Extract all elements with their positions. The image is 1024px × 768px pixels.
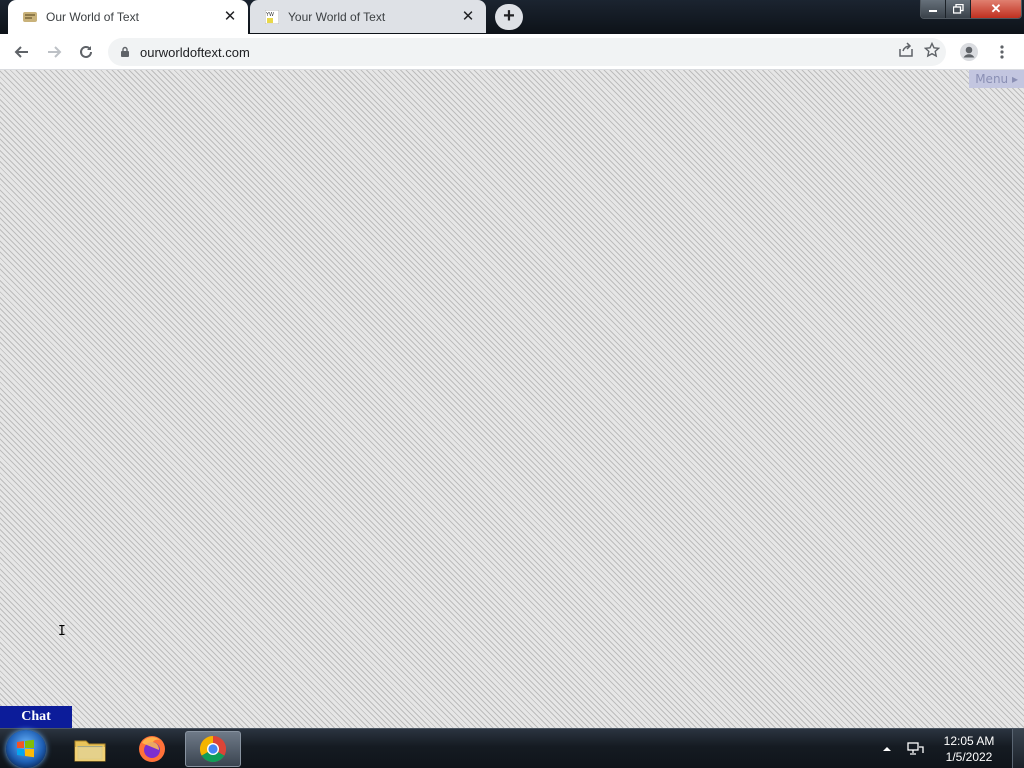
window-controls: ✕ — [920, 0, 1022, 19]
chrome-icon — [199, 735, 227, 763]
address-bar[interactable]: ourworldoftext.com — [108, 38, 946, 66]
three-dots-icon — [1000, 45, 1004, 59]
start-button[interactable] — [6, 730, 46, 768]
new-tab-button[interactable]: + — [495, 4, 523, 30]
reload-icon — [80, 45, 92, 58]
close-tab-icon[interactable]: ✕ — [222, 9, 238, 25]
tab-our-world-of-text[interactable]: Our World of Text ✕ — [8, 0, 248, 34]
file-explorer-icon — [74, 740, 106, 762]
text-cursor-icon: I — [58, 624, 66, 639]
back-button[interactable] — [8, 38, 36, 66]
forward-button[interactable] — [40, 38, 68, 66]
taskbar-chrome[interactable] — [185, 731, 241, 767]
lock-icon — [121, 46, 129, 57]
tab-title: Your World of Text — [288, 9, 386, 24]
show-hidden-icons-icon[interactable] — [882, 745, 892, 753]
restore-button[interactable] — [946, 0, 971, 18]
system-tray: 12:05 AM 1/5/2022 — [882, 729, 1024, 768]
minimize-button[interactable] — [921, 0, 946, 18]
tab-strip: Our World of Text ✕ YW Your World of Tex… — [0, 0, 1024, 34]
network-icon[interactable] — [906, 741, 924, 757]
taskbar: 12:05 AM 1/5/2022 — [0, 728, 1024, 768]
back-arrow-icon — [14, 46, 28, 58]
bookmark-star-icon[interactable] — [924, 42, 940, 58]
clock-time: 12:05 AM — [943, 734, 995, 748]
svg-text:YW: YW — [265, 12, 274, 18]
browser-menu-button[interactable] — [988, 38, 1016, 66]
close-tab-icon[interactable]: ✕ — [460, 8, 476, 25]
text-world-canvas[interactable]: Menu ▸ Chat — [0, 70, 1024, 728]
browser-toolbar: ourworldoftext.com — [0, 34, 1024, 70]
owot-favicon-icon — [22, 9, 38, 25]
show-desktop-button[interactable] — [1012, 729, 1024, 768]
reload-button[interactable] — [72, 38, 100, 66]
share-icon[interactable] — [898, 42, 914, 58]
firefox-icon — [139, 736, 165, 762]
forward-arrow-icon — [48, 46, 62, 58]
taskbar-firefox[interactable] — [124, 731, 180, 767]
clock[interactable]: 12:05 AM 1/5/2022 — [934, 733, 1004, 765]
clock-date: 1/5/2022 — [945, 750, 993, 764]
close-window-button[interactable]: ✕ — [971, 0, 1021, 18]
windows-logo-icon — [17, 739, 34, 758]
ywot-favicon-icon: YW — [264, 9, 280, 25]
profile-button[interactable] — [955, 38, 983, 66]
menu-button[interactable]: Menu ▸ — [969, 70, 1024, 88]
taskbar-file-explorer[interactable] — [62, 731, 118, 767]
profile-avatar-icon — [960, 43, 978, 61]
tab-title: Our World of Text — [46, 10, 139, 24]
tab-your-world-of-text[interactable]: YW Your World of Text ✕ — [250, 0, 486, 33]
address-url: ourworldoftext.com — [140, 44, 250, 60]
chat-button[interactable]: Chat — [0, 706, 72, 728]
